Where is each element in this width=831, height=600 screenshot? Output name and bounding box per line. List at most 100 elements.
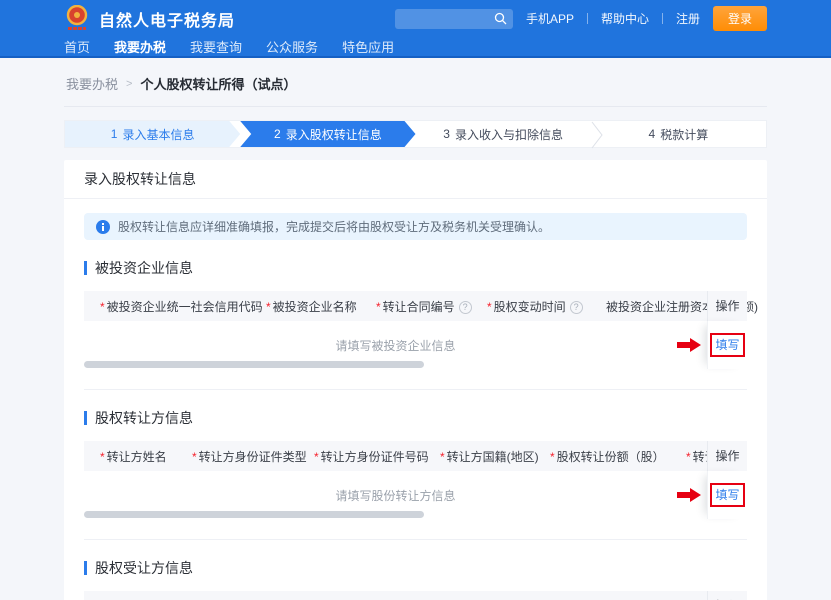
nav-item-home[interactable]: 首页 [64,37,90,56]
column-header: *被投资企业名称 [250,298,360,315]
column-header-action: 操作 [707,591,747,600]
step-label: 录入股权转让信息 [286,126,382,143]
step-label: 税款计算 [660,126,708,143]
scrollbar-thumb[interactable] [84,511,424,518]
table-header-row: *被投资企业统一社会信用代码*被投资企业名称*转让合同编号?*股权变动时间?被投… [84,291,747,321]
notice-banner: 股权转让信息应详细准确填报，完成提交后将由股权受让方及税务机关受理确认。 [84,213,747,240]
header-divider [587,13,588,24]
step-wizard: 1 录入基本信息 2 录入股权转让信息 3 录入收入与扣除信息 4 税款计算 [64,120,767,148]
help-center-link[interactable]: 帮助中心 [601,10,649,27]
breadcrumb-current: 个人股权转让所得（试点） [140,74,296,93]
column-header: 被投资企业注册资本(投资额) [590,298,694,315]
section-divider [84,389,747,390]
column-label: 被投资企业名称 [273,300,357,314]
column-header: *转让方身份证件类型 [176,448,298,465]
annotation-highlight-box: 填写 [710,333,744,357]
step-label: 录入基本信息 [122,126,194,143]
step-number: 2 [274,127,281,141]
table-header-row: *受让方类型?*受让方姓名*受让方身份证件类型*受让方身份证件号码*受让方国籍(… [84,591,747,600]
help-icon[interactable]: ? [570,301,583,314]
step-number: 4 [649,127,656,141]
section-3: 股权受让方信息 *受让方类型?*受让方姓名*受让方身份证件类型*受让方身份证件号码… [64,558,767,600]
breadcrumb: 我要办税 > 个人股权转让所得（试点） [64,58,767,107]
action-cell: 填写 [707,471,747,519]
required-asterisk: * [487,300,492,314]
table-empty-row: 请填写股份转让方信息填写 [84,471,747,519]
step-4-tax-calc[interactable]: 4 税款计算 [591,121,766,147]
table: *转让方姓名*转让方身份证件类型*转让方身份证件号码*转让方国籍(地区)*股权转… [84,441,747,519]
scrollbar-thumb[interactable] [84,361,424,368]
help-icon[interactable]: ? [459,301,472,314]
annotation-arrow-icon [677,488,701,502]
column-label: 转让方姓名 [107,450,167,464]
section-title: 股权转让方信息 [84,408,747,428]
step-number: 3 [443,127,450,141]
annotation-arrow-icon [677,338,701,352]
column-label: 股权变动时间 [494,300,566,314]
horizontal-scrollbar[interactable] [84,511,747,518]
breadcrumb-separator: > [126,78,132,90]
column-header: *转让合同编号? [360,298,471,315]
login-button[interactable]: 登录 [713,6,767,31]
register-link[interactable]: 注册 [676,10,700,27]
search-input[interactable] [401,12,494,26]
section-title: 被投资企业信息 [84,258,747,278]
horizontal-scrollbar[interactable] [84,361,747,368]
section-title-bar [84,261,87,275]
fill-in-link[interactable]: 填写 [715,488,739,502]
notice-text: 股权转让信息应详细准确填报，完成提交后将由股权受让方及税务机关受理确认。 [118,218,550,235]
content-card: 录入股权转让信息 股权转让信息应详细准确填报，完成提交后将由股权受让方及税务机关… [64,160,767,600]
required-asterisk: * [440,450,445,464]
step-2-transfer-info[interactable]: 2 录入股权转让信息 [240,121,415,147]
search-icon[interactable] [494,12,507,25]
action-cell: 填写 [707,321,747,369]
search-box[interactable] [395,9,513,29]
step-number: 1 [111,127,118,141]
required-asterisk: * [192,450,197,464]
section-title: 股权受让方信息 [84,558,747,578]
column-header: *被投资企业统一社会信用代码 [84,298,250,315]
required-asterisk: * [314,450,319,464]
column-header: *转让方身份证件号码 [298,448,424,465]
annotation-highlight-box: 填写 [710,483,744,507]
column-label: 转让方身份证件类型 [199,450,307,464]
nav-item-tax-handling[interactable]: 我要办税 [114,37,166,56]
column-label: 转让方身份证件号码 [321,450,429,464]
required-asterisk: * [550,450,555,464]
nav-item-featured-apps[interactable]: 特色应用 [342,37,394,56]
section-title-text: 股权受让方信息 [95,558,193,578]
section-title-text: 股权转让方信息 [95,408,193,428]
required-asterisk: * [686,450,691,464]
app-title: 自然人电子税务局 [99,7,235,31]
brand: 自然人电子税务局 [64,5,235,32]
column-header-action: 操作 [707,291,747,321]
section-divider [84,539,747,540]
required-asterisk: * [266,300,271,314]
table-header-row: *转让方姓名*转让方身份证件类型*转让方身份证件号码*转让方国籍(地区)*股权转… [84,441,747,471]
step-3-income-deduction[interactable]: 3 录入收入与扣除信息 [416,121,591,147]
info-icon [96,220,110,234]
column-header: *股权变动时间? [471,298,590,315]
breadcrumb-parent[interactable]: 我要办税 [66,74,118,93]
header-actions: 手机APP 帮助中心 注册 登录 [395,6,767,31]
column-header: *转让方姓名 [84,448,176,465]
nav-item-query[interactable]: 我要查询 [190,37,242,56]
column-label: 转让方国籍(地区) [447,450,539,464]
column-header-action: 操作 [707,441,747,471]
section-1: 被投资企业信息*被投资企业统一社会信用代码*被投资企业名称*转让合同编号?*股权… [64,258,767,390]
nav-item-public-services[interactable]: 公众服务 [266,37,318,56]
section-2: 股权转让方信息*转让方姓名*转让方身份证件类型*转让方身份证件号码*转让方国籍(… [64,408,767,540]
step-1-basic-info[interactable]: 1 录入基本信息 [65,121,240,147]
step-label: 录入收入与扣除信息 [455,126,563,143]
main-nav: 首页 我要办税 我要查询 公众服务 特色应用 [0,37,831,58]
fill-in-link[interactable]: 填写 [715,338,739,352]
column-label: 转让合同编号 [383,300,455,314]
mobile-app-link[interactable]: 手机APP [526,10,574,27]
column-label: 被投资企业统一社会信用代码 [107,300,263,314]
section-title-bar [84,561,87,575]
table: *被投资企业统一社会信用代码*被投资企业名称*转让合同编号?*股权变动时间?被投… [84,291,747,369]
required-asterisk: * [100,300,105,314]
section-title-bar [84,411,87,425]
column-label: 股权转让份额（股） [557,450,665,464]
column-header: *股权转让份额（股） [534,448,670,465]
